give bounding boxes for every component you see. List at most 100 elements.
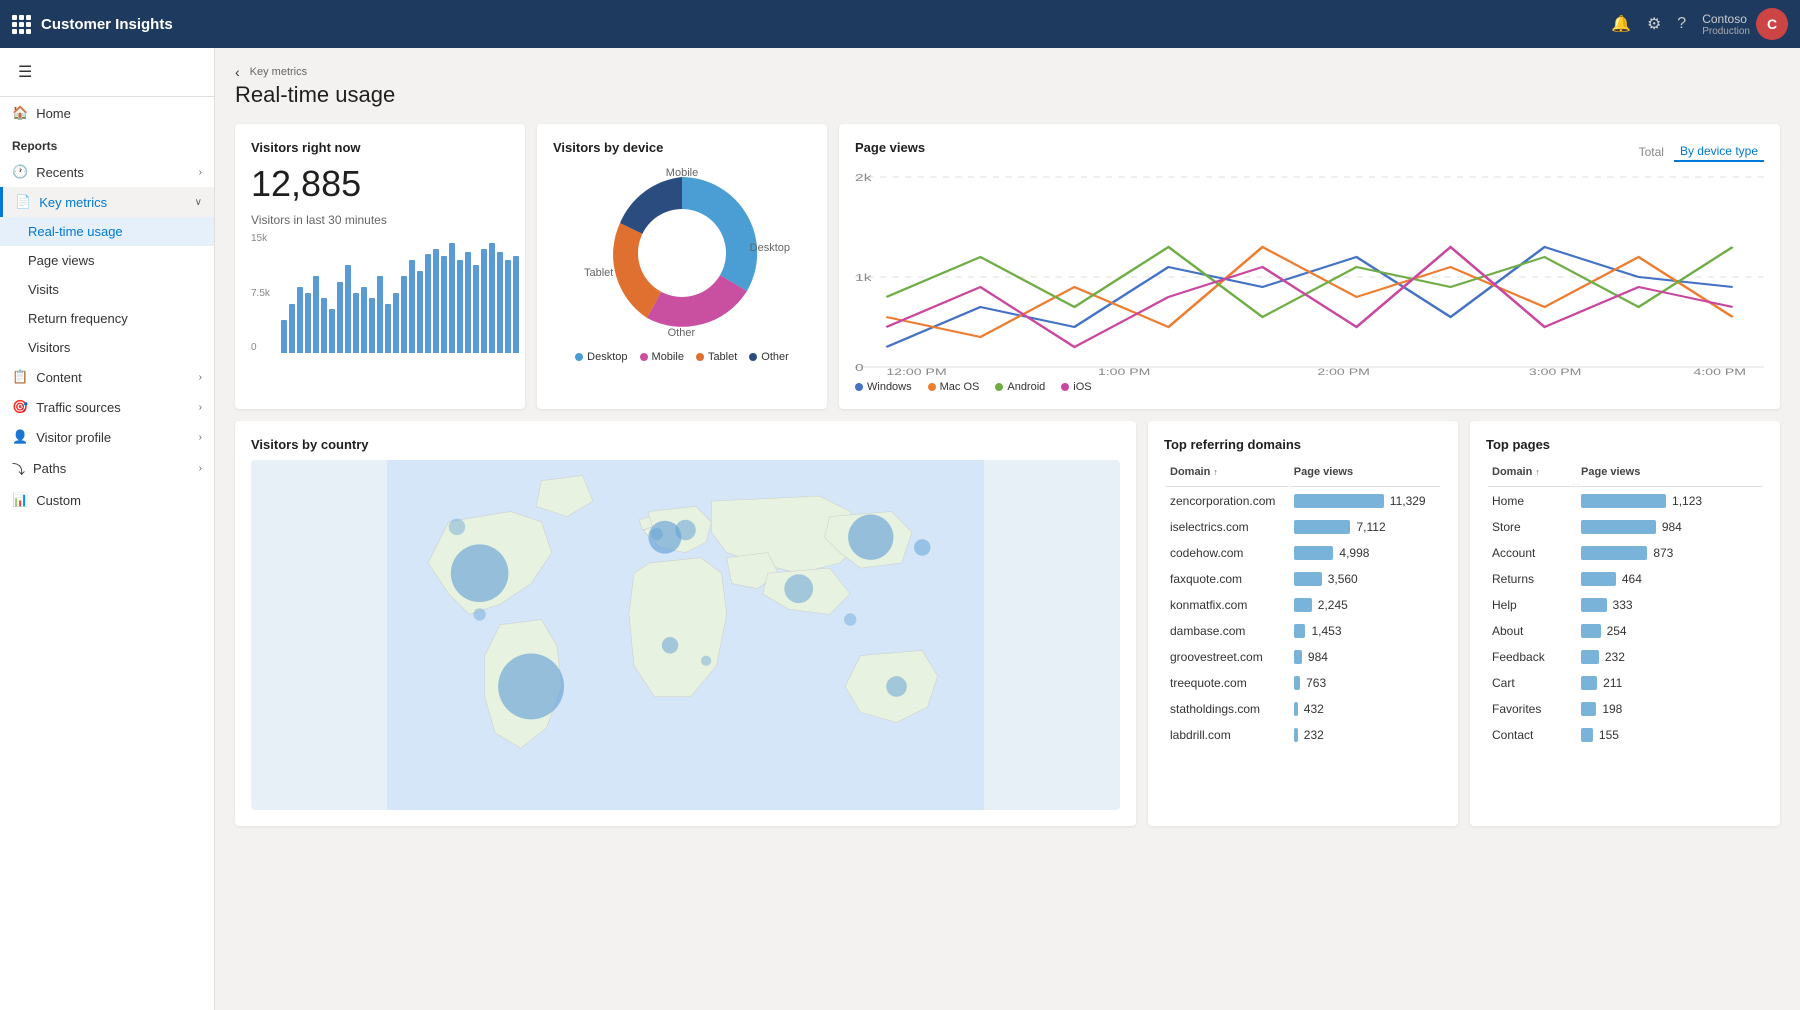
chevron-right-icon-3: › (199, 402, 202, 413)
sidebar-item-traffic-sources[interactable]: 🎯 Traffic sources › (0, 392, 214, 422)
page-value-cell: 254 (1577, 619, 1762, 643)
top-pages-body: Home 1,123 Store 984 Account 873 Returns (1488, 489, 1762, 747)
table-row: labdrill.com 232 (1166, 723, 1440, 747)
domain-cell: iselectrics.com (1166, 515, 1288, 539)
domain-cell: konmatfix.com (1166, 593, 1288, 617)
page-value-cell: 211 (1577, 671, 1762, 695)
bar (305, 293, 311, 354)
bar (425, 254, 431, 353)
donut-legend: Desktop Mobile Tablet Other (575, 351, 789, 363)
sidebar-item-return-frequency[interactable]: Return frequency (0, 304, 214, 333)
sidebar-item-content[interactable]: 📋 Content › (0, 362, 214, 392)
table-row: Help 333 (1488, 593, 1762, 617)
sidebar-item-paths[interactable]: ⤵ Paths › (0, 452, 214, 485)
sidebar-item-recents[interactable]: 🕐 Recents › (0, 157, 214, 187)
svg-text:2:00 PM: 2:00 PM (1317, 367, 1370, 377)
org-name: Contoso (1702, 12, 1750, 26)
page-value-cell: 198 (1577, 697, 1762, 721)
bar (433, 249, 439, 354)
y-max: 15k (251, 233, 270, 244)
user-menu[interactable]: Contoso Production C (1702, 8, 1788, 40)
bar (281, 320, 287, 353)
sidebar-item-custom[interactable]: 📊 Custom (0, 485, 214, 515)
world-map (251, 460, 1120, 810)
sidebar-item-visits[interactable]: Visits (0, 275, 214, 304)
chevron-right-icon: › (199, 167, 202, 178)
bar (289, 304, 295, 354)
traffic-label: Traffic sources (36, 400, 121, 415)
custom-label: Custom (36, 493, 81, 508)
bar (513, 256, 519, 353)
table-row: Home 1,123 (1488, 489, 1762, 513)
paths-icon: ⤵ (12, 459, 25, 478)
domain-cell: dambase.com (1166, 619, 1288, 643)
bar (329, 309, 335, 353)
table-row: iselectrics.com 7,112 (1166, 515, 1440, 539)
toggle-total[interactable]: Total (1633, 142, 1670, 162)
sidebar-item-home[interactable]: 🏠 Home (0, 97, 214, 129)
domain-col-header[interactable]: Domain ↑ (1166, 462, 1288, 487)
recents-label: Recents (36, 165, 84, 180)
bars-container (281, 233, 519, 353)
pageviews-col-header[interactable]: Page views (1290, 462, 1440, 487)
visitor-icon: 👤 (12, 429, 28, 445)
visitors-now-card: Visitors right now 12,885 Visitors in la… (235, 124, 525, 409)
notification-icon[interactable]: 🔔 (1611, 14, 1631, 34)
svg-text:1k: 1k (855, 272, 872, 283)
bar (393, 293, 399, 354)
traffic-icon: 🎯 (12, 399, 28, 415)
top-referring-title: Top referring domains (1164, 437, 1442, 452)
sidebar-item-pageviews[interactable]: Page views (0, 246, 214, 275)
bar (313, 276, 319, 353)
bar (457, 260, 463, 354)
chevron-right-icon-4: › (199, 432, 202, 443)
visitors-by-country-title: Visitors by country (251, 437, 1120, 452)
bar (369, 298, 375, 353)
page-value-cell: 464 (1577, 567, 1762, 591)
svg-text:1:00 PM: 1:00 PM (1098, 367, 1151, 377)
table-row: groovestreet.com 984 (1166, 645, 1440, 669)
custom-icon: 📊 (12, 492, 28, 508)
reports-section-label: Reports (0, 129, 214, 157)
value-cell: 432 (1290, 697, 1440, 721)
page-value-cell: 1,123 (1577, 489, 1762, 513)
page-value-cell: 155 (1577, 723, 1762, 747)
bar (473, 265, 479, 353)
value-cell: 1,453 (1290, 619, 1440, 643)
chart-toggle: Total By device type (1633, 142, 1764, 162)
mobile-label: Mobile (666, 167, 698, 179)
avatar[interactable]: C (1756, 8, 1788, 40)
pages-domain-col-header[interactable]: Domain ↑ (1488, 462, 1575, 487)
bar (409, 260, 415, 354)
pages-pageviews-col-header[interactable]: Page views (1577, 462, 1762, 487)
back-button[interactable]: ‹ (235, 64, 240, 80)
domain-cell: statholdings.com (1166, 697, 1288, 721)
table-row: Contact 155 (1488, 723, 1762, 747)
map-svg (251, 460, 1120, 810)
toggle-by-device[interactable]: By device type (1674, 142, 1764, 162)
settings-icon[interactable]: ⚙ (1647, 14, 1661, 34)
page-title: Real-time usage (235, 82, 1780, 108)
visitors-label: Visitors (28, 340, 70, 355)
top-pages-table: Domain ↑ Page views Home 1,123 Store (1486, 460, 1764, 749)
value-cell: 232 (1290, 723, 1440, 747)
sidebar-item-visitor-profile[interactable]: 👤 Visitor profile › (0, 422, 214, 452)
collapse-button[interactable]: ☰ (12, 56, 38, 88)
app-launcher-icon[interactable] (12, 15, 31, 34)
page-value-cell: 333 (1577, 593, 1762, 617)
bar (297, 287, 303, 353)
visitor-label: Visitor profile (36, 430, 111, 445)
table-row: About 254 (1488, 619, 1762, 643)
bar (505, 260, 511, 354)
page-domain-cell: Account (1488, 541, 1575, 565)
sidebar-item-realtime[interactable]: Real-time usage (0, 217, 214, 246)
sidebar-item-visitors[interactable]: Visitors (0, 333, 214, 362)
table-row: codehow.com 4,998 (1166, 541, 1440, 565)
sidebar-item-key-metrics[interactable]: 📄 Key metrics ∨ (0, 187, 214, 217)
chevron-right-icon-5: › (199, 463, 202, 474)
key-metrics-label: Key metrics (39, 195, 107, 210)
key-metrics-icon: 📄 (15, 194, 31, 210)
page-domain-cell: Contact (1488, 723, 1575, 747)
help-icon[interactable]: ? (1677, 15, 1686, 33)
table-row: konmatfix.com 2,245 (1166, 593, 1440, 617)
